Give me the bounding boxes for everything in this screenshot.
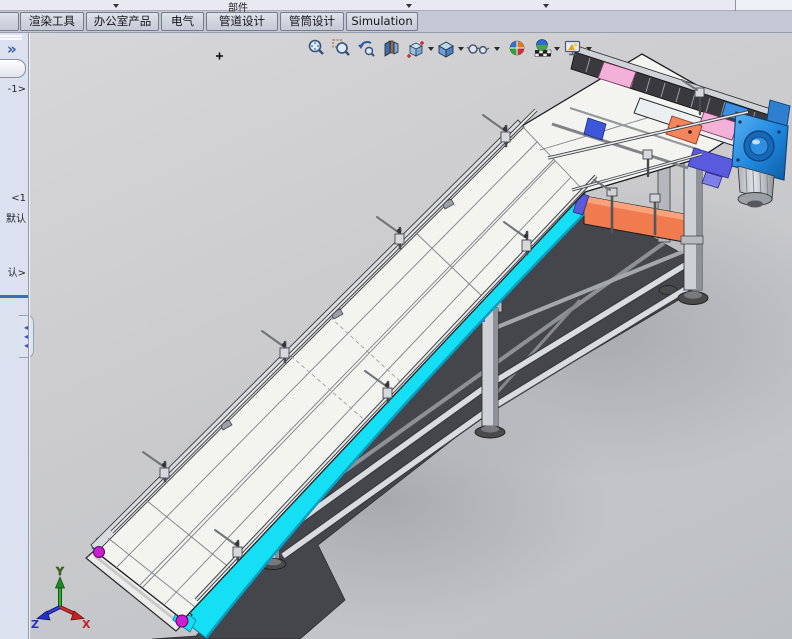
gearbox-boss-inner — [750, 137, 768, 155]
dropdown-caret-icon[interactable] — [428, 47, 434, 51]
view-settings-button[interactable] — [563, 38, 584, 59]
tree-item-fragment[interactable]: <1 — [11, 193, 26, 204]
tree-item-fragment[interactable]: 默认 — [6, 210, 26, 225]
view-orientation-button[interactable] — [406, 38, 427, 59]
heads-up-view-toolbar — [30, 33, 792, 63]
zoom-to-fit-button[interactable] — [306, 38, 327, 59]
featuremanager-collapsed-panel: » -1> <1 默认 认> ◂ ◂ ◂ — [0, 33, 30, 639]
triad-y-label: Y — [55, 565, 65, 578]
tab-render-tools[interactable]: 渲染工具 — [20, 12, 84, 31]
reference-triad: Y X Z — [31, 565, 91, 631]
section-view-button[interactable] — [381, 38, 402, 59]
tree-item-fragment[interactable]: -1> — [8, 84, 26, 95]
assembly-group-label: 部件 — [228, 0, 248, 14]
toolbar-segment — [736, 0, 792, 10]
zoom-to-area-button[interactable] — [331, 38, 352, 59]
triad-z-label: Z — [31, 618, 39, 631]
conveyor-3d-model[interactable]: Y X Z — [30, 33, 792, 639]
tree-item-fragment[interactable]: 认> — [8, 264, 26, 279]
dropdown-caret-icon[interactable] — [494, 47, 500, 51]
graphics-viewport[interactable]: Y X Z — [30, 33, 792, 639]
dropdown-caret-icon[interactable] — [554, 47, 560, 51]
bolt — [736, 158, 739, 161]
tab-simulation[interactable]: Simulation — [346, 12, 418, 31]
tab-tubing[interactable]: 管筒设计 — [280, 12, 344, 31]
display-style-button[interactable] — [436, 38, 457, 59]
edit-appearance-button[interactable] — [507, 38, 528, 59]
roller-end-cap — [94, 547, 105, 558]
dropdown-caret-icon[interactable] — [458, 47, 464, 51]
panel-splitter-handle[interactable]: ◂ ◂ ◂ — [19, 315, 34, 358]
tab-electrical[interactable]: 电气 — [161, 12, 204, 31]
triad-x-label: X — [82, 618, 91, 631]
dropdown-caret-icon[interactable] — [586, 47, 592, 51]
bolt — [777, 130, 780, 133]
previous-view-button[interactable] — [356, 38, 377, 59]
filter-box-fragment[interactable] — [0, 59, 26, 78]
tab-office-products[interactable]: 办公室产品 — [86, 12, 159, 31]
bolt — [688, 130, 692, 134]
commandmanager-tab-row: 评估 渲染工具 办公室产品 电气 管道设计 管筒设计 Simulation — [0, 11, 792, 33]
selection-highlight-line — [0, 295, 29, 298]
panel-border-highlight — [29, 33, 30, 639]
clamp — [262, 331, 289, 362]
toolbar-overflow-strip: 部件 — [0, 0, 792, 11]
gearbox-highlight — [752, 140, 760, 145]
tab-piping[interactable]: 管道设计 — [206, 12, 278, 31]
bolt — [738, 120, 741, 123]
panel-expand-chevron-icon[interactable]: » — [7, 40, 17, 58]
dropdown-arrow-icon[interactable] — [543, 4, 549, 8]
tab-evaluate[interactable]: 评估 — [0, 12, 19, 31]
panel-top-bar — [0, 35, 22, 37]
dropdown-arrow-icon[interactable] — [406, 4, 412, 8]
hide-show-items-button[interactable] — [466, 38, 492, 59]
motor-shaft-cap — [747, 201, 763, 208]
roller-end-cap — [176, 615, 188, 627]
dropdown-arrow-icon[interactable] — [113, 4, 119, 8]
apply-scene-button[interactable] — [532, 38, 553, 59]
